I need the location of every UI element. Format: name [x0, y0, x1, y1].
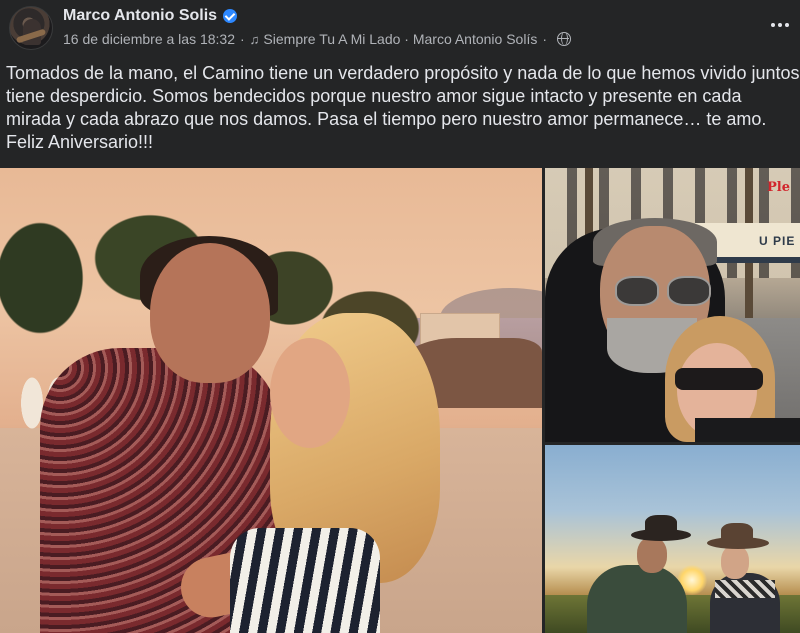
more-options-button[interactable] — [766, 12, 794, 38]
photo-man-face-3 — [637, 537, 667, 573]
photo-grid: Ple U PIE — [0, 168, 800, 633]
photo-woman-face-3 — [721, 545, 749, 579]
photo-awning-text: U PIE — [759, 234, 796, 248]
photo-woman-scarf — [715, 580, 775, 598]
photo-sign-text: Ple — [767, 180, 790, 195]
photo-man-face — [150, 243, 270, 383]
photo-woman-sunglasses — [675, 368, 763, 390]
author-avatar[interactable] — [9, 6, 53, 50]
photo-paris-selfie[interactable]: Ple U PIE — [545, 168, 800, 442]
photo-woman-face — [270, 338, 350, 448]
dot-icon — [785, 23, 789, 27]
dot-icon — [778, 23, 782, 27]
photo-man-coat — [587, 565, 687, 633]
photo-man-hat — [631, 515, 691, 541]
photo-woman-hat — [707, 523, 769, 549]
author-name-link[interactable]: Marco Antonio Solis — [63, 7, 238, 25]
photo-sunset-field[interactable] — [545, 445, 800, 633]
meta-separator: · — [240, 31, 245, 47]
meta-separator-2: · — [542, 31, 548, 47]
author-name[interactable]: Marco Antonio Solis — [63, 7, 217, 25]
post-meta: 16 de diciembre a las 18:32 · ♫ Siempre … — [63, 31, 572, 47]
photo-beach-kiss[interactable] — [0, 168, 542, 633]
photo-striped-dress — [230, 528, 380, 633]
post-caption: Tomados de la mano, el Camino tiene un v… — [6, 63, 800, 152]
post-header: Marco Antonio Solis 16 de diciembre a la… — [0, 0, 800, 56]
dot-icon — [771, 23, 775, 27]
music-note-icon: ♫ — [249, 31, 260, 47]
photo-sunglasses — [615, 276, 715, 306]
post-timestamp[interactable]: 16 de diciembre a las 18:32 — [63, 31, 235, 47]
photo-woman-coat — [695, 418, 800, 442]
song-link[interactable]: Siempre Tu A Mi Lado · Marco Antonio Sol… — [263, 31, 537, 47]
facebook-post: Marco Antonio Solis 16 de diciembre a la… — [0, 0, 800, 633]
globe-icon[interactable] — [557, 32, 572, 46]
verified-badge-icon — [223, 9, 238, 23]
